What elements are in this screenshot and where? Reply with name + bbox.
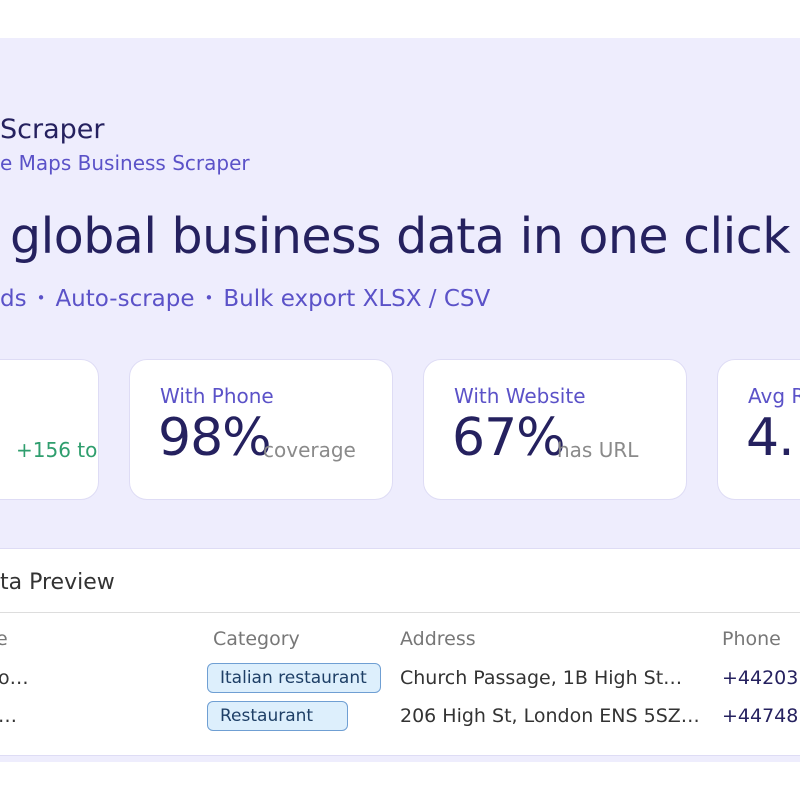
stat-value: 98% bbox=[158, 408, 272, 468]
feature-item: Auto-scrape bbox=[55, 286, 195, 312]
feature-item: Bulk export XLSX / CSV bbox=[223, 286, 491, 312]
stat-card-phone: With Phone 98% coverage bbox=[129, 359, 393, 500]
data-preview-panel: ta Preview e Category Address Phone o… I… bbox=[0, 548, 800, 756]
feature-separator: • bbox=[204, 289, 214, 307]
category-badge: Italian restaurant bbox=[207, 663, 381, 693]
stat-card-website: With Website 67% has URL bbox=[423, 359, 687, 500]
feature-item: ds bbox=[0, 286, 27, 312]
column-header-phone[interactable]: Phone bbox=[722, 628, 781, 650]
column-header-name[interactable]: e bbox=[0, 628, 8, 650]
table-divider bbox=[0, 612, 800, 613]
category-badge: Restaurant bbox=[207, 701, 348, 731]
feature-separator: • bbox=[36, 289, 46, 307]
cell-name: o… bbox=[0, 667, 29, 689]
cell-address: 206 High St, London ENS 5SZ… bbox=[400, 705, 700, 727]
stat-label: Avg R bbox=[748, 384, 800, 408]
stat-card-total: +156 today bbox=[0, 359, 99, 500]
stat-note: has URL bbox=[557, 438, 639, 462]
stat-note: coverage bbox=[263, 438, 356, 462]
stat-label: With Website bbox=[454, 384, 586, 408]
table-title: ta Preview bbox=[0, 570, 115, 595]
feature-list: ds • Auto-scrape • Bulk export XLSX / CSV bbox=[0, 286, 490, 312]
cell-phone: +44748… bbox=[722, 705, 800, 727]
stat-value: 67% bbox=[452, 408, 566, 468]
cell-phone: +44203… bbox=[722, 667, 800, 689]
stat-card-rating: Avg R 4. bbox=[717, 359, 800, 500]
stat-label: With Phone bbox=[160, 384, 274, 408]
cell-name: … bbox=[0, 705, 17, 727]
hero-headline: global business data in one click bbox=[10, 208, 791, 265]
hero-section: Scraper e Maps Business Scraper global b… bbox=[0, 38, 800, 762]
brand-subtitle: e Maps Business Scraper bbox=[0, 151, 250, 175]
cell-address: Church Passage, 1B High St… bbox=[400, 667, 683, 689]
stat-value: 4. bbox=[746, 408, 795, 468]
column-header-category[interactable]: Category bbox=[213, 628, 300, 650]
stat-delta: +156 today bbox=[16, 438, 98, 462]
brand-name: Scraper bbox=[0, 114, 105, 145]
column-header-address[interactable]: Address bbox=[400, 628, 476, 650]
